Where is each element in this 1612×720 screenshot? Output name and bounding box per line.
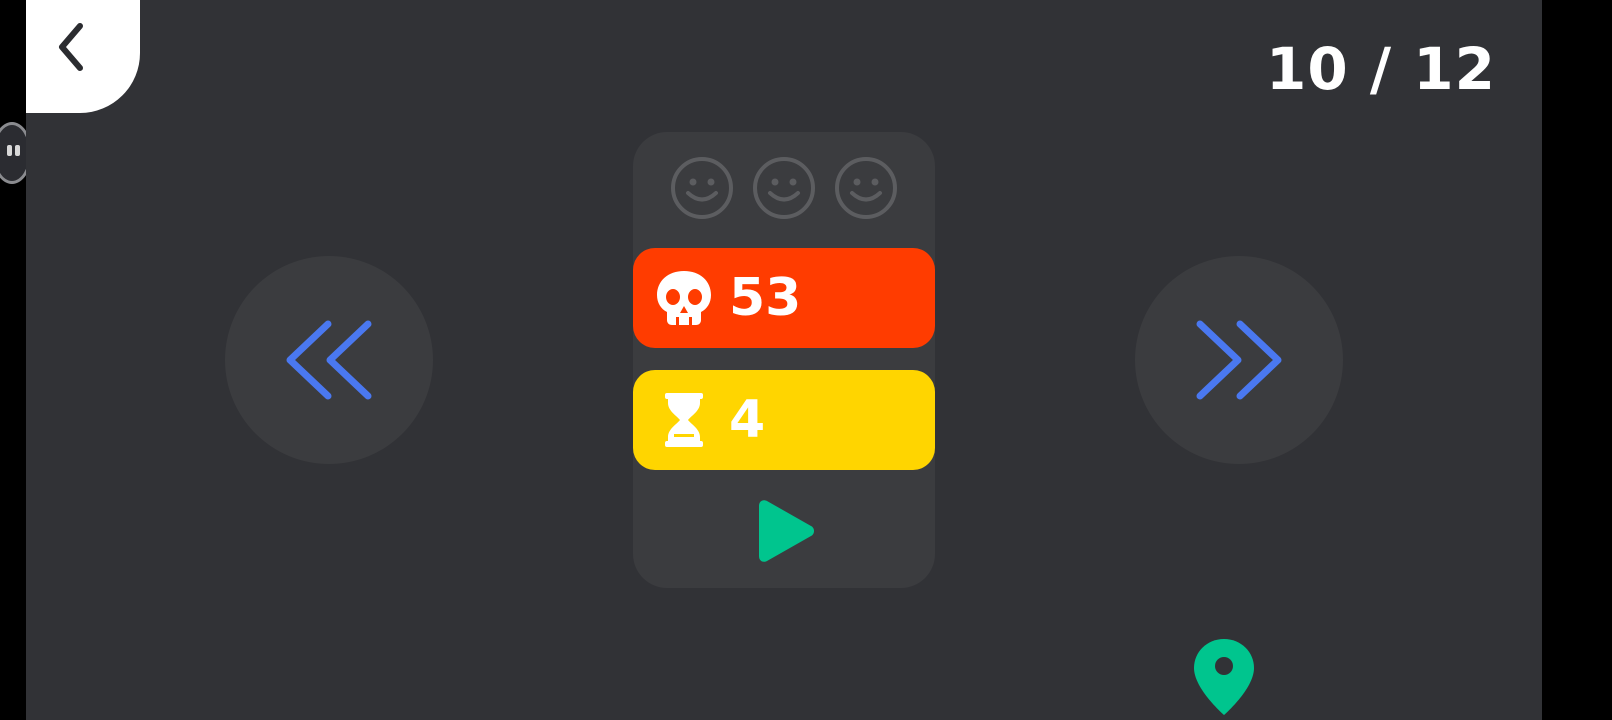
pause-icon <box>7 145 12 156</box>
time-stat: 4 <box>633 370 935 470</box>
back-button[interactable] <box>26 0 140 113</box>
previous-level-button[interactable] <box>225 256 433 464</box>
smiley-face-icon <box>671 157 733 219</box>
deaths-stat: 53 <box>633 248 935 348</box>
smiley-face-icon <box>835 157 897 219</box>
deaths-count: 53 <box>729 268 802 328</box>
pause-icon-bar <box>15 145 20 156</box>
next-level-button[interactable] <box>1135 256 1343 464</box>
chevron-left-icon <box>59 23 83 71</box>
double-chevron-right-icon <box>1196 320 1282 400</box>
map-pin-icon[interactable] <box>1192 637 1256 717</box>
time-count: 4 <box>729 390 766 450</box>
game-screen: 10 / 12 53 4 <box>26 0 1542 720</box>
hourglass-icon <box>665 393 703 447</box>
level-counter: 10 / 12 <box>1266 35 1496 103</box>
smiley-face-icon <box>753 157 815 219</box>
double-chevron-left-icon <box>286 320 372 400</box>
skull-icon <box>657 271 711 325</box>
rating-faces <box>633 156 935 222</box>
level-card: 53 4 <box>633 132 935 588</box>
play-icon[interactable] <box>751 498 817 564</box>
